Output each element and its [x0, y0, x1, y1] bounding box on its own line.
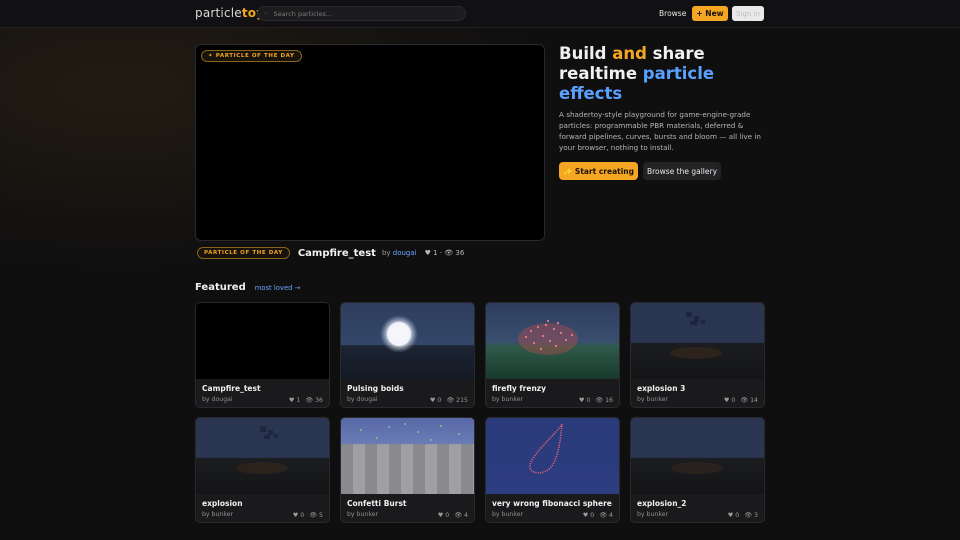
- logo[interactable]: particletoy: [195, 6, 264, 20]
- hero-author-link[interactable]: dougai: [393, 249, 417, 257]
- card-author: by bunker: [202, 511, 234, 518]
- card-title: Campfire_test: [202, 384, 261, 393]
- card-title: Pulsing boids: [347, 384, 404, 393]
- card-likes: ♥ 0: [582, 512, 595, 519]
- card-likes: ♥ 0: [429, 397, 442, 404]
- card-title: very wrong fibonacci sphere: [492, 499, 612, 508]
- particle-thumbnail: [196, 418, 329, 494]
- sign-in-button[interactable]: Sign in: [732, 6, 764, 21]
- card-stats: ♥ 1 👁 36: [289, 396, 323, 404]
- particle-of-the-day-badge: PARTICLE OF THE DAY: [197, 247, 290, 259]
- card-stats: ♥ 0 👁 5: [293, 511, 323, 519]
- headline-word-realtime: realtime: [559, 64, 638, 83]
- card-views: 👁 3: [744, 512, 758, 519]
- hero-stats: ♥ 1 · 👁 36: [425, 249, 465, 257]
- card-author: by bunker: [492, 511, 524, 518]
- card-stats: ♥ 0 👁 215: [430, 396, 468, 404]
- hero-views: 👁 36: [444, 249, 465, 257]
- card-likes: ♥ 0: [727, 512, 740, 519]
- hero-byline: by dougai: [382, 249, 417, 257]
- hero-stats-separator: ·: [439, 249, 443, 257]
- search-icon: ◦: [264, 10, 268, 17]
- card-author: by dougai: [202, 396, 233, 403]
- search-input[interactable]: [273, 9, 454, 18]
- most-loved-link[interactable]: most loved →: [255, 284, 301, 292]
- card-likes: ♥ 0: [292, 512, 305, 519]
- hero-preview-canvas[interactable]: ✦ PARTICLE OF THE DAY: [195, 44, 545, 241]
- particle-thumbnail: [486, 418, 619, 494]
- hero-title[interactable]: Campfire_test: [298, 248, 376, 259]
- particle-thumbnail: [631, 303, 764, 379]
- particle-card[interactable]: firefly frenzy by bunker ♥ 0 👁 16: [485, 302, 620, 408]
- card-title: explosion 3: [637, 384, 686, 393]
- card-stats: ♥ 0 👁 14: [724, 396, 758, 404]
- card-views: 👁 14: [740, 397, 758, 404]
- particle-thumbnail: [341, 418, 474, 494]
- particle-card[interactable]: Confetti Burst by bunker ♥ 0 👁 4: [340, 417, 475, 523]
- card-views: 👁 36: [305, 397, 323, 404]
- card-views: 👁 16: [595, 397, 613, 404]
- search-box[interactable]: ◦: [257, 6, 466, 21]
- card-title: explosion: [202, 499, 243, 508]
- logo-part-1: particle: [195, 6, 242, 20]
- nav-browse-link[interactable]: Browse: [659, 9, 686, 18]
- browse-gallery-button[interactable]: Browse the gallery: [643, 162, 721, 180]
- card-likes: ♥ 1: [288, 397, 301, 404]
- card-stats: ♥ 0 👁 4: [583, 511, 613, 519]
- headline-word-build: Build: [559, 44, 607, 63]
- particle-card[interactable]: explosion_2 by bunker ♥ 0 👁 3: [630, 417, 765, 523]
- card-author: by bunker: [637, 511, 669, 518]
- particle-card[interactable]: explosion by bunker ♥ 0 👁 5: [195, 417, 330, 523]
- card-likes: ♥ 0: [437, 512, 450, 519]
- hero-cta-row: ✨ Start creating Browse the gallery: [559, 162, 769, 180]
- card-views: 👁 215: [446, 397, 468, 404]
- hero-meta: PARTICLE OF THE DAY Campfire_test by dou…: [197, 246, 464, 260]
- card-views: 👁 4: [454, 512, 468, 519]
- canvas-particle-of-the-day-badge: ✦ PARTICLE OF THE DAY: [201, 50, 302, 62]
- hero-likes: ♥ 1: [424, 249, 438, 257]
- particle-thumbnail: [631, 418, 764, 494]
- card-views: 👁 4: [599, 512, 613, 519]
- card-title: firefly frenzy: [492, 384, 547, 393]
- card-author: by bunker: [492, 396, 524, 403]
- card-author: by bunker: [347, 511, 379, 518]
- headline-word-and: and: [612, 44, 647, 63]
- particle-thumbnail: [486, 303, 619, 379]
- card-stats: ♥ 0 👁 4: [438, 511, 468, 519]
- hero-by-prefix: by: [381, 249, 391, 257]
- card-author: by bunker: [637, 396, 669, 403]
- hero-headline: Build and share realtime particle effect…: [559, 44, 769, 104]
- card-views: 👁 5: [309, 512, 323, 519]
- start-creating-button[interactable]: ✨ Start creating: [559, 162, 638, 180]
- particle-thumbnail: [196, 303, 329, 379]
- hero-description: A shadertoy-style playground for game-en…: [559, 110, 761, 152]
- featured-title: Featured: [195, 282, 246, 293]
- card-likes: ♥ 0: [723, 397, 736, 404]
- card-author: by dougai: [347, 396, 378, 403]
- card-stats: ♥ 0 👁 16: [579, 396, 613, 404]
- card-likes: ♥ 0: [578, 397, 591, 404]
- particle-card[interactable]: explosion 3 by bunker ♥ 0 👁 14: [630, 302, 765, 408]
- top-bar: particletoy ◦ Browse + New Sign in: [0, 0, 960, 28]
- new-button[interactable]: + New: [692, 6, 728, 21]
- card-title: Confetti Burst: [347, 499, 407, 508]
- hero-copy: Build and share realtime particle effect…: [559, 44, 769, 180]
- particle-card[interactable]: Campfire_test by dougai ♥ 1 👁 36: [195, 302, 330, 408]
- particle-card[interactable]: very wrong fibonacci sphere by bunker ♥ …: [485, 417, 620, 523]
- featured-header: Featured most loved →: [195, 282, 300, 293]
- headline-word-share: share: [652, 44, 705, 63]
- card-title: explosion_2: [637, 499, 687, 508]
- card-stats: ♥ 0 👁 3: [728, 511, 758, 519]
- particle-thumbnail: [341, 303, 474, 379]
- particle-card[interactable]: Pulsing boids by dougai ♥ 0 👁 215: [340, 302, 475, 408]
